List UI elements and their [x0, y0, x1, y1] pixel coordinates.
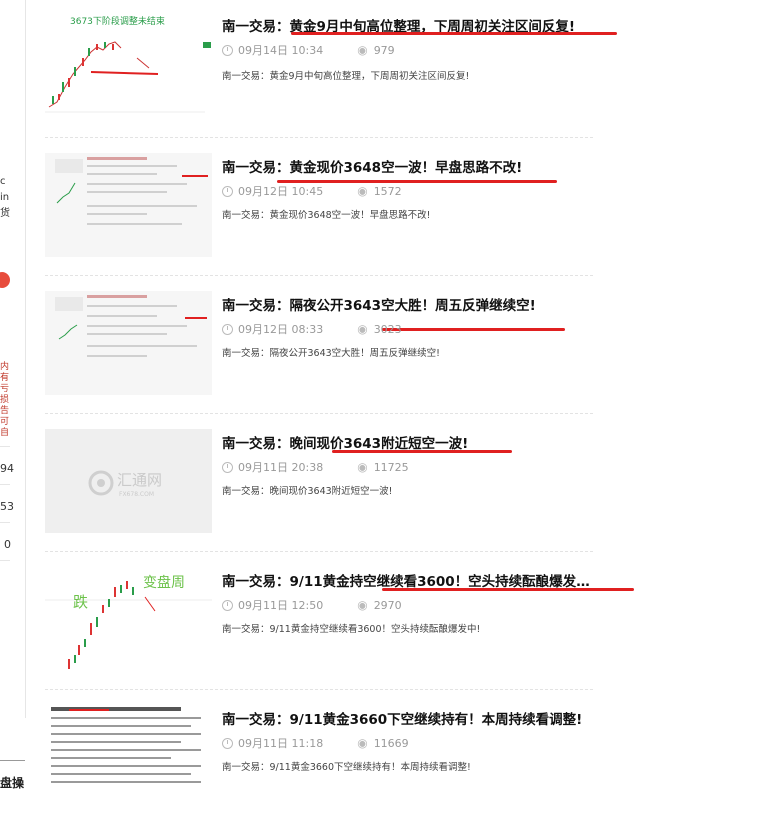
eye-icon: ◉ — [357, 43, 368, 57]
article-meta: 09月12日 10:45 ◉ 1572 — [222, 183, 402, 199]
list-item: 南一交易：9/11黄金3660下空继续持有！本周持续看调整! 09月11日 11… — [45, 690, 593, 828]
article-date: 09月11日 11:18 — [238, 737, 324, 750]
view-count: 11725 — [373, 460, 409, 474]
chart-thumbnail-icon: 跌 变盘周 — [45, 567, 212, 671]
eye-icon: ◉ — [357, 460, 368, 474]
article-meta: 09月11日 11:18 ◉ 11669 — [222, 735, 409, 751]
thumb-logo: 汇通网 — [117, 471, 162, 489]
list-item: 南一交易：黄金现价3648空一波！早盘思路不改! 09月12日 10:45 ◉ … — [45, 138, 593, 276]
article-thumbnail[interactable] — [45, 291, 212, 395]
eye-icon: ◉ — [357, 184, 368, 198]
article-date: 09月11日 20:38 — [238, 461, 324, 474]
view-count: 1572 — [373, 184, 402, 198]
thumb-caption: 3673下阶段调整未结束 — [70, 15, 165, 27]
article-title[interactable]: 南一交易：9/11黄金持空继续看3600！空头持续酝酿爆发中... — [222, 570, 602, 590]
clock-icon — [222, 737, 233, 749]
article-list: 3673下阶段调整未结束 南一交易：黄金9月中旬高位整理，下周周初关注区间反复!… — [45, 0, 634, 828]
article-date: 09月11日 12:50 — [238, 599, 324, 612]
article-title[interactable]: 南一交易：晚间现价3643附近短空一波! — [222, 432, 602, 452]
divider — [0, 560, 10, 561]
list-item: 南一交易：隔夜公开3643空大胜！周五反弹继续空! 09月12日 08:33 ◉… — [45, 276, 593, 414]
article-summary: 南一交易：隔夜公开3643空大胜！周五反弹继续空! — [222, 348, 440, 359]
sidebar-stat: 94 — [0, 462, 14, 475]
article-thumbnail[interactable] — [45, 153, 212, 257]
thumb-logo-sub: FX678.COM — [119, 491, 154, 498]
article-summary: 南一交易：黄金9月中旬高位整理，下周周初关注区间反复! — [222, 71, 470, 82]
view-count: 979 — [373, 43, 395, 57]
eye-icon: ◉ — [357, 598, 368, 612]
document-thumbnail-icon — [45, 291, 212, 395]
article-summary: 南一交易：9/11黄金3660下空继续持有！本周持续看调整! — [222, 762, 471, 773]
article-title[interactable]: 南一交易：黄金现价3648空一波！早盘思路不改! — [222, 156, 602, 176]
article-summary: 南一交易：晚间现价3643附近短空一波! — [222, 486, 393, 497]
view-count: 2970 — [373, 598, 402, 612]
clock-icon — [222, 44, 233, 56]
placeholder-logo-icon: 汇通网 FX678.COM — [45, 429, 212, 533]
chart-thumbnail-icon: 3673下阶段调整未结束 — [45, 12, 212, 116]
thumb-left-label: 跌 — [73, 593, 88, 611]
view-count: 11669 — [373, 736, 409, 750]
article-thumbnail[interactable]: 跌 变盘周 — [45, 567, 212, 671]
article-title[interactable]: 南一交易：隔夜公开3643空大胜！周五反弹继续空! — [222, 294, 602, 314]
sidebar-text-fragment: in — [0, 192, 10, 203]
highlight-underline — [382, 588, 634, 591]
left-sidebar-panel: c in 货 内有亏损告可自 94 53 0 — [0, 0, 26, 718]
divider — [0, 760, 25, 761]
clock-icon — [222, 461, 233, 473]
list-item: 跌 变盘周 南一交易：9/11黄金持空继续看3600！空头持续酝酿爆发中... … — [45, 552, 634, 690]
document-thumbnail-icon — [45, 153, 212, 257]
sidebar-section-title: 盘操 — [0, 776, 25, 790]
article-summary: 南一交易：9/11黄金持空继续看3600！空头持续酝酿爆发中! — [222, 624, 481, 635]
eye-icon: ◉ — [357, 322, 368, 336]
notification-dot — [0, 272, 10, 288]
article-thumbnail[interactable] — [45, 705, 212, 795]
document-thumbnail-icon — [45, 705, 212, 795]
clock-icon — [222, 185, 233, 197]
clock-icon — [222, 323, 233, 335]
sidebar-stat: 53 — [0, 500, 14, 513]
eye-icon: ◉ — [357, 736, 368, 750]
article-title[interactable]: 南一交易：9/11黄金3660下空继续持有！本周持续看调整! — [222, 708, 602, 728]
article-meta: 09月11日 20:38 ◉ 11725 — [222, 459, 409, 475]
sidebar-text-fragment: 货 — [0, 208, 10, 219]
article-date: 09月12日 10:45 — [238, 185, 324, 198]
article-meta: 09月12日 08:33 ◉ 3023 — [222, 321, 402, 337]
article-date: 09月14日 10:34 — [238, 44, 324, 57]
article-date: 09月12日 08:33 — [238, 323, 324, 336]
divider — [0, 446, 10, 447]
article-summary: 南一交易：黄金现价3648空一波！早盘思路不改! — [222, 210, 431, 221]
clock-icon — [222, 599, 233, 611]
article-meta: 09月11日 12:50 ◉ 2970 — [222, 597, 402, 613]
divider — [0, 484, 10, 485]
thumb-right-label: 变盘周 — [143, 574, 185, 591]
article-thumbnail[interactable]: 3673下阶段调整未结束 — [45, 12, 212, 116]
divider — [0, 522, 10, 523]
sidebar-warning-text: 内有亏损告可自 — [0, 362, 10, 438]
highlight-underline — [382, 328, 565, 331]
list-item: 汇通网 FX678.COM 南一交易：晚间现价3643附近短空一波! 09月11… — [45, 414, 593, 552]
highlight-underline — [332, 450, 512, 453]
sidebar-text-fragment: c — [0, 176, 6, 187]
list-item: 3673下阶段调整未结束 南一交易：黄金9月中旬高位整理，下周周初关注区间反复!… — [45, 0, 617, 138]
article-thumbnail[interactable]: 汇通网 FX678.COM — [45, 429, 212, 533]
highlight-underline — [291, 32, 617, 35]
view-count: 3023 — [373, 322, 402, 336]
sidebar-stat: 0 — [4, 538, 11, 551]
article-meta: 09月14日 10:34 ◉ 979 — [222, 42, 395, 58]
